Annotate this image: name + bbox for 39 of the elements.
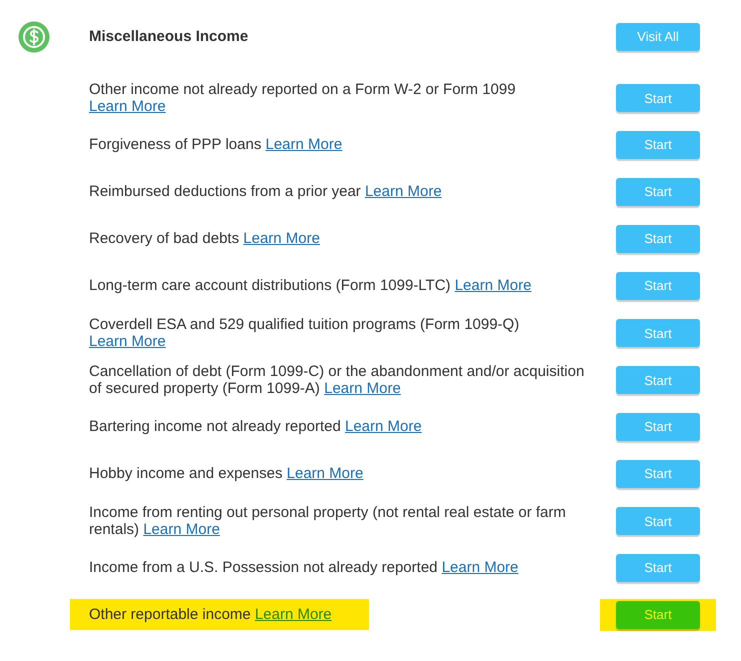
learn-more-link[interactable]: Learn More xyxy=(442,559,518,576)
income-item-text: Other income not already reported on a Form W-2 or Form 1099 Learn More xyxy=(88,80,517,117)
learn-more-link[interactable]: Learn More xyxy=(89,98,166,115)
learn-more-link[interactable]: Learn More xyxy=(89,333,166,350)
start-button[interactable]: Start xyxy=(616,600,700,628)
start-button[interactable]: Start xyxy=(616,319,700,347)
start-button[interactable]: Start xyxy=(616,507,700,535)
income-item-text: Bartering income not already reported Learn More xyxy=(88,417,423,437)
start-button[interactable]: Start xyxy=(616,272,700,300)
start-button[interactable]: Start xyxy=(616,130,700,158)
income-item-text: Income from a U.S. Possession not already reported Learn More xyxy=(88,558,520,578)
learn-more-link[interactable]: Learn More xyxy=(286,465,364,482)
learn-more-link[interactable]: Learn More xyxy=(364,183,442,200)
start-button[interactable]: Start xyxy=(616,554,700,582)
start-button[interactable]: Start xyxy=(616,224,700,252)
section-title: Miscellaneous Income xyxy=(89,28,250,45)
start-button[interactable]: Start xyxy=(616,412,700,440)
income-item-text: Forgiveness of PPP loans Learn More xyxy=(88,135,344,155)
learn-more-link[interactable]: Learn More xyxy=(254,606,332,623)
start-button[interactable]: Start xyxy=(616,366,700,394)
start-button[interactable]: Start xyxy=(616,460,700,488)
income-item-text: Coverdell ESA and 529 qualified tuition programs (Form 1099-Q) Learn More xyxy=(88,315,520,352)
income-item-text: Hobby income and expenses Learn More xyxy=(88,464,364,484)
dollar-badge-icon xyxy=(18,20,50,52)
income-item-text: Other reportable income Learn More xyxy=(70,599,369,630)
learn-more-link[interactable]: Learn More xyxy=(143,521,220,538)
income-item-text: Long-term care account distributions (Form 1099-LTC) Learn More xyxy=(88,276,532,296)
income-item-text: Reimbursed deductions from a prior year Learn More xyxy=(88,182,443,202)
start-button[interactable]: Start xyxy=(616,178,700,206)
start-button[interactable]: Start xyxy=(616,84,700,112)
income-item-text: Recovery of bad debts Learn More xyxy=(88,229,321,249)
learn-more-link[interactable]: Learn More xyxy=(344,418,422,435)
learn-more-link[interactable]: Learn More xyxy=(243,230,320,247)
visit-all-button[interactable]: Visit All xyxy=(616,22,700,50)
income-item-text: Cancellation of debt (Form 1099-C) or the abandonment and/or acquisition of secured property (Form 1099-A) Learn More xyxy=(88,362,586,399)
learn-more-link[interactable]: Learn More xyxy=(266,136,342,153)
learn-more-link[interactable]: Learn More xyxy=(324,380,401,397)
learn-more-link[interactable]: Learn More xyxy=(454,277,532,294)
income-item-text: Income from renting out personal property (not rental real estate or farm rentals) Learn More xyxy=(88,503,567,540)
